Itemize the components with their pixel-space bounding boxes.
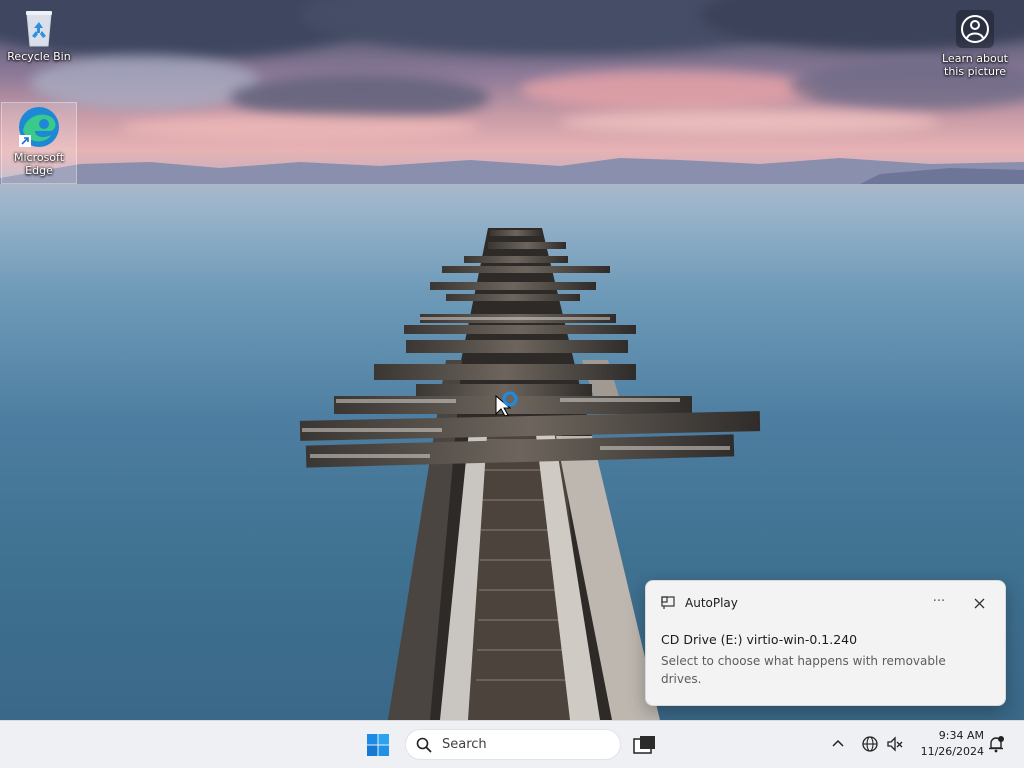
- desktop-icon-label: Microsoft Edge: [13, 151, 65, 177]
- desktop-wallpaper: Recycle Bin Microsoft Edge Learn about t…: [0, 0, 1024, 720]
- recycle-bin-icon: [26, 11, 52, 47]
- busy-cursor-icon: [495, 391, 518, 416]
- desktop-icon-recycle-bin[interactable]: Recycle Bin: [3, 8, 75, 63]
- taskbar-search-box[interactable]: Search: [405, 729, 621, 760]
- toast-title: CD Drive (E:) virtio-win-0.1.240: [661, 632, 858, 647]
- task-view-icon[interactable]: [631, 733, 657, 757]
- learn-about-this-picture[interactable]: Learn about this picture: [934, 10, 1016, 78]
- volume-muted-icon[interactable]: [886, 735, 904, 753]
- notification-bell-icon[interactable]: [987, 735, 1005, 753]
- clock-date: 11/26/2024: [920, 745, 984, 758]
- taskbar: Search 9:34 AM 11/26/2024: [0, 720, 1024, 768]
- system-clock[interactable]: 9:34 AM 11/26/2024: [912, 728, 984, 760]
- search-icon: [416, 737, 432, 753]
- start-button[interactable]: [364, 731, 392, 759]
- close-icon: [974, 598, 984, 608]
- toast-header: AutoPlay: [661, 596, 738, 610]
- network-globe-icon[interactable]: [861, 735, 879, 753]
- more-options-button[interactable]: ···: [929, 593, 949, 613]
- toast-body: Select to choose what happens with remov…: [661, 654, 946, 686]
- desktop-icon-microsoft-edge[interactable]: Microsoft Edge: [1, 102, 77, 184]
- autoplay-notification[interactable]: AutoPlay ··· CD Drive (E:) virtio-win-0.…: [645, 580, 1006, 706]
- close-button[interactable]: [969, 593, 989, 613]
- toast-app-name: AutoPlay: [685, 596, 738, 610]
- autoplay-icon: [661, 596, 675, 609]
- camera-info-icon: [956, 10, 994, 48]
- show-hidden-icons-chevron-icon[interactable]: [830, 735, 846, 753]
- clock-time: 9:34 AM: [938, 729, 984, 742]
- edge-icon: [19, 107, 59, 147]
- search-placeholder: Search: [442, 737, 487, 752]
- learn-about-label: Learn about this picture: [942, 52, 1008, 78]
- windows-logo-icon: [367, 734, 389, 756]
- desktop-icon-label: Recycle Bin: [7, 50, 71, 63]
